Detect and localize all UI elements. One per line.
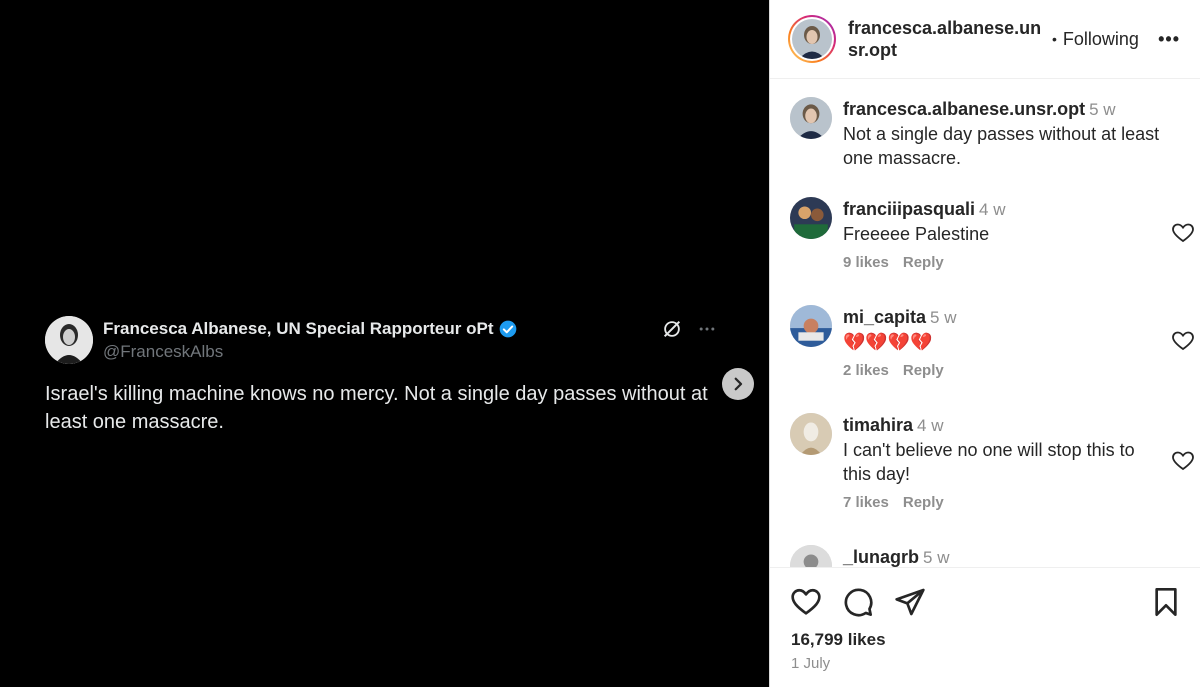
comment-time: 4 w [979, 200, 1006, 219]
tweet-screenshot: Francesca Albanese, UN Special Rapporteu… [45, 316, 725, 436]
comment-likes[interactable]: 9 likes [843, 254, 889, 271]
avatar[interactable] [790, 97, 832, 139]
comment-time: 4 w [917, 416, 944, 435]
like-comment-heart-icon[interactable] [1171, 449, 1195, 473]
grok-icon [663, 320, 681, 338]
comment-username[interactable]: franciiipasquali [843, 199, 975, 219]
author-avatar[interactable] [788, 15, 836, 63]
caption-username[interactable]: francesca.albanese.unsr.opt [843, 99, 1085, 119]
reply-button[interactable]: Reply [903, 362, 944, 379]
comment-text: Freeeee Palestine [843, 224, 990, 244]
post-footer: 16,799 likes 1 July [770, 567, 1200, 687]
chevron-right-icon [734, 377, 743, 391]
tweet-actions [661, 318, 717, 340]
post-media: Francesca Albanese, UN Special Rapporteu… [0, 0, 769, 687]
like-count[interactable]: 16,799 likes [791, 630, 886, 650]
comment-time: 5 w [930, 308, 957, 327]
comment-username[interactable]: mi_capita [843, 307, 926, 327]
comment-likes[interactable]: 7 likes [843, 494, 889, 511]
separator-dot: • [1052, 31, 1057, 47]
comment-text: I can't believe no one will stop this to… [843, 440, 1135, 484]
header-username[interactable]: francesca.albanese.unsr.opt [848, 17, 1044, 61]
comment-item: franciiipasquali 4 w Freeeee Palestine 9 … [790, 197, 1194, 277]
save-bookmark-icon[interactable] [1150, 586, 1182, 618]
next-media-button[interactable] [722, 368, 754, 400]
comment-username[interactable]: _lunagrb [843, 547, 919, 567]
more-icon [699, 327, 715, 331]
comment-item: timahira 4 w I can't believe no one will … [790, 413, 1194, 523]
comment-likes[interactable]: 2 likes [843, 362, 889, 379]
comment-text: 💔💔💔💔 [843, 332, 933, 352]
tweet-header: Francesca Albanese, UN Special Rapporteu… [45, 316, 725, 364]
verified-badge-icon [499, 320, 516, 338]
post-panel: francesca.albanese.unsr.opt • Following … [769, 0, 1200, 687]
comment-time: 5 w [923, 548, 950, 567]
comment-icon[interactable] [842, 586, 874, 618]
avatar[interactable] [790, 305, 832, 347]
comment-item: _lunagrb 5 w [790, 545, 1190, 567]
following-button[interactable]: Following [1063, 29, 1139, 50]
avatar[interactable] [790, 545, 832, 567]
caption: francesca.albanese.unsr.opt 5 w Not a sin… [790, 97, 1190, 168]
post-date: 1 July [791, 655, 831, 672]
caption-text: Not a single day passes without at least… [843, 124, 1160, 168]
like-comment-heart-icon[interactable] [1171, 329, 1195, 353]
comment-username[interactable]: timahira [843, 415, 913, 435]
more-options-button[interactable]: ••• [1158, 29, 1180, 50]
like-comment-heart-icon[interactable] [1171, 221, 1195, 245]
like-heart-icon[interactable] [790, 586, 822, 618]
share-send-icon[interactable] [894, 586, 926, 618]
post-header: francesca.albanese.unsr.opt • Following … [770, 0, 1200, 79]
reply-button[interactable]: Reply [903, 254, 944, 271]
avatar[interactable] [790, 413, 832, 455]
action-bar [790, 586, 1182, 618]
tweet-author: Francesca Albanese, UN Special Rapporteu… [103, 316, 661, 362]
caption-time: 5 w [1089, 100, 1116, 119]
reply-button[interactable]: Reply [903, 494, 944, 511]
tweet-avatar [45, 316, 93, 364]
tweet-text: Israel's killing machine knows no mercy.… [45, 383, 708, 433]
avatar[interactable] [790, 197, 832, 239]
comment-item: mi_capita 5 w 💔💔💔💔 2 likes Reply [790, 305, 1194, 385]
comments-list[interactable]: francesca.albanese.unsr.opt 5 w Not a sin… [770, 80, 1200, 567]
tweet-author-name: Francesca Albanese, UN Special Rapporteu… [103, 319, 494, 338]
tweet-author-handle: @FranceskAlbs [103, 342, 224, 361]
